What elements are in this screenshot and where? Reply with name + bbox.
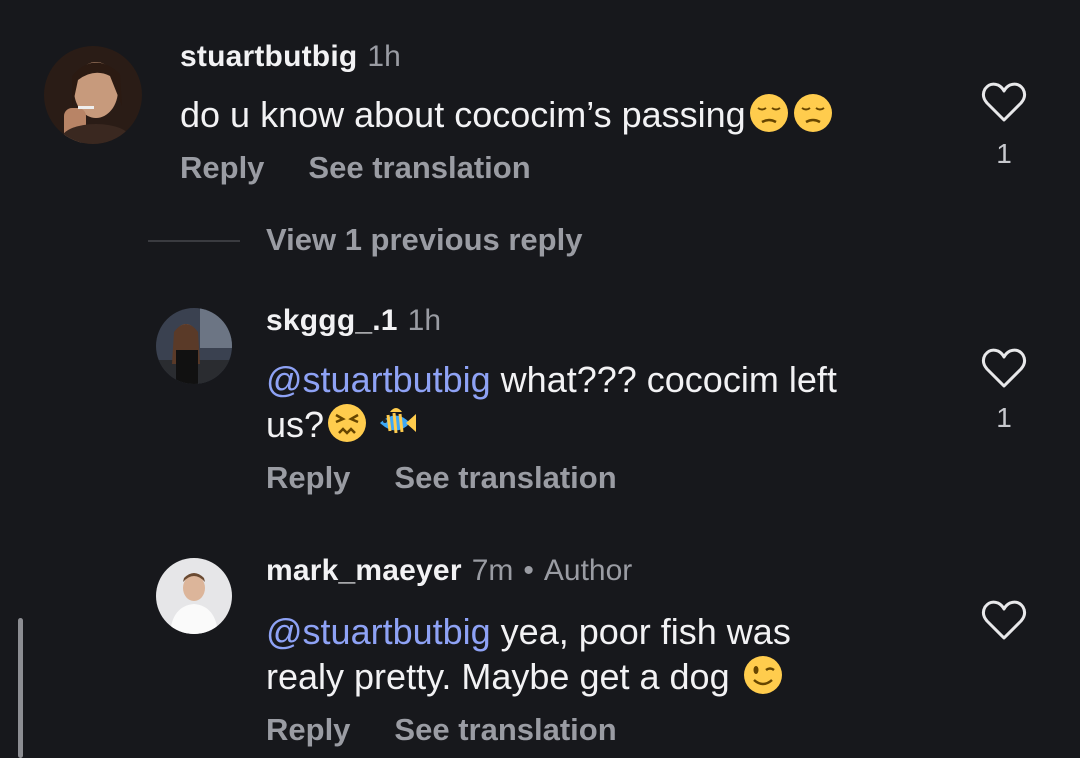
username[interactable]: skggg_.1: [266, 304, 398, 337]
heart-icon: [981, 82, 1027, 122]
comment-text: @stuartbutbig what??? cococim left us?: [266, 359, 837, 445]
winking-face-icon: [742, 654, 784, 696]
pensive-face-icon: [792, 92, 834, 134]
pensive-face-icon: [748, 92, 790, 134]
comment-actions: Reply See translation: [180, 150, 531, 186]
avatar[interactable]: [44, 46, 142, 144]
mention-link[interactable]: @stuartbutbig: [266, 359, 491, 400]
heart-icon: [981, 600, 1027, 640]
like-count: 1: [996, 138, 1012, 169]
timestamp: 7m: [471, 554, 514, 587]
like-button[interactable]: [980, 346, 1028, 390]
username[interactable]: stuartbutbig: [180, 40, 357, 73]
comment-actions: Reply See translation: [266, 712, 617, 748]
tropical-fish-icon: [376, 402, 418, 444]
comment-meta: stuartbutbig 1h: [180, 40, 401, 74]
avatar[interactable]: [156, 308, 232, 384]
see-translation-button[interactable]: See translation: [394, 712, 616, 747]
scrollbar[interactable]: [18, 618, 23, 758]
like-button[interactable]: [980, 598, 1028, 642]
avatar[interactable]: [156, 558, 232, 634]
like-button[interactable]: [980, 80, 1028, 124]
comment-meta: mark_maeyer 7m • Author: [266, 554, 632, 588]
view-previous-reply-button[interactable]: View 1 previous reply: [266, 222, 582, 258]
reply-button[interactable]: Reply: [266, 712, 350, 747]
timestamp: 1h: [407, 304, 442, 337]
author-badge: Author: [543, 554, 633, 587]
comment-text: do u know about cococim’s passing: [180, 92, 960, 137]
comments-screen: stuartbutbig 1h do u know about cococim’s…: [0, 0, 1080, 758]
see-translation-button[interactable]: See translation: [394, 460, 616, 495]
like-count: 1: [996, 402, 1012, 433]
separator-dot: •: [523, 554, 534, 587]
timestamp: 1h: [367, 40, 401, 73]
see-translation-button[interactable]: See translation: [308, 150, 530, 185]
reply-button[interactable]: Reply: [266, 460, 350, 495]
reply-button[interactable]: Reply: [180, 150, 264, 185]
divider: [148, 240, 240, 242]
heart-icon: [981, 348, 1027, 388]
username[interactable]: mark_maeyer: [266, 554, 462, 587]
mention-link[interactable]: @stuartbutbig: [266, 611, 491, 652]
comment-text: @stuartbutbig yea, poor fish was realy pr…: [266, 611, 791, 697]
persevering-face-icon: [326, 402, 368, 444]
comment-meta: skggg_.1 1h: [266, 304, 441, 338]
comment-actions: Reply See translation: [266, 460, 617, 496]
